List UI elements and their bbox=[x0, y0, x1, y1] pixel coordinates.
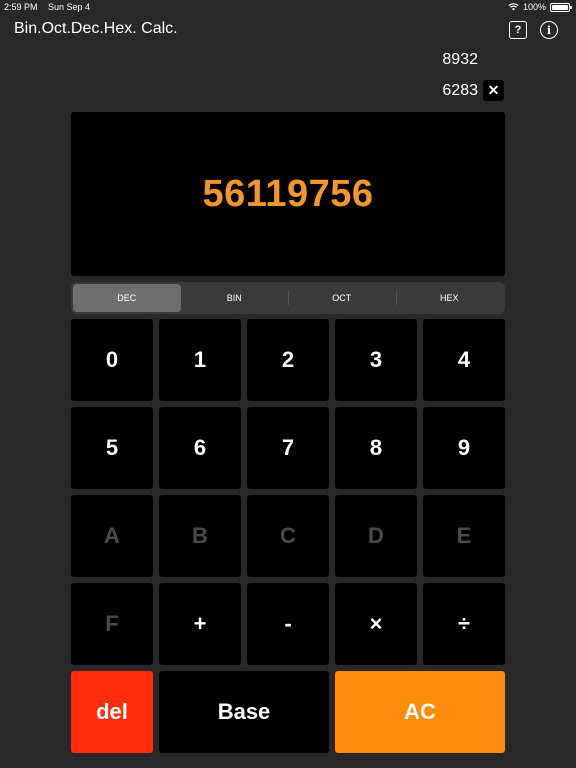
key-f[interactable]: F bbox=[71, 583, 153, 665]
wifi-icon bbox=[508, 3, 519, 11]
status-indicators: 100% bbox=[508, 2, 572, 12]
status-time: 2:59 PM bbox=[4, 2, 38, 12]
minus-button[interactable]: - bbox=[247, 583, 329, 665]
key-c[interactable]: C bbox=[247, 495, 329, 577]
history-entry: 8932 bbox=[442, 51, 478, 68]
close-icon: ✕ bbox=[487, 82, 500, 98]
display-value: 56119756 bbox=[202, 172, 374, 215]
divide-button[interactable]: ÷ bbox=[423, 583, 505, 665]
key-b[interactable]: B bbox=[159, 495, 241, 577]
base-mode-selector[interactable]: DEC BIN OCT HEX bbox=[71, 282, 505, 314]
result-display: 56119756 bbox=[71, 112, 505, 276]
history-entry: 6283 bbox=[442, 82, 478, 99]
info-button[interactable]: i bbox=[540, 21, 558, 39]
key-4[interactable]: 4 bbox=[423, 319, 505, 401]
key-a[interactable]: A bbox=[71, 495, 153, 577]
mode-dec[interactable]: DEC bbox=[73, 284, 181, 312]
status-date: Sun Sep 4 bbox=[48, 2, 91, 12]
key-d[interactable]: D bbox=[335, 495, 417, 577]
app-title: Bin.Oct.Dec.Hex. Calc. bbox=[14, 20, 178, 37]
info-icon: i bbox=[546, 23, 552, 37]
mode-oct[interactable]: OCT bbox=[288, 284, 396, 312]
key-9[interactable]: 9 bbox=[423, 407, 505, 489]
help-button[interactable]: ? bbox=[509, 21, 527, 39]
plus-button[interactable]: + bbox=[159, 583, 241, 665]
battery-percent: 100% bbox=[522, 2, 546, 12]
key-6[interactable]: 6 bbox=[159, 407, 241, 489]
key-3[interactable]: 3 bbox=[335, 319, 417, 401]
key-0[interactable]: 0 bbox=[71, 319, 153, 401]
question-icon: ? bbox=[514, 24, 522, 36]
key-7[interactable]: 7 bbox=[247, 407, 329, 489]
base-button[interactable]: Base bbox=[159, 671, 329, 753]
key-e[interactable]: E bbox=[423, 495, 505, 577]
clear-history-button[interactable]: ✕ bbox=[483, 80, 504, 101]
key-1[interactable]: 1 bbox=[159, 319, 241, 401]
battery-icon bbox=[550, 2, 572, 12]
mode-hex[interactable]: HEX bbox=[395, 284, 504, 312]
multiply-button[interactable]: × bbox=[335, 583, 417, 665]
delete-button[interactable]: del bbox=[71, 671, 153, 753]
status-bar: 2:59 PM Sun Sep 4 100% bbox=[0, 0, 576, 14]
key-8[interactable]: 8 bbox=[335, 407, 417, 489]
all-clear-button[interactable]: AC bbox=[335, 671, 505, 753]
mode-bin[interactable]: BIN bbox=[181, 284, 289, 312]
key-5[interactable]: 5 bbox=[71, 407, 153, 489]
key-2[interactable]: 2 bbox=[247, 319, 329, 401]
